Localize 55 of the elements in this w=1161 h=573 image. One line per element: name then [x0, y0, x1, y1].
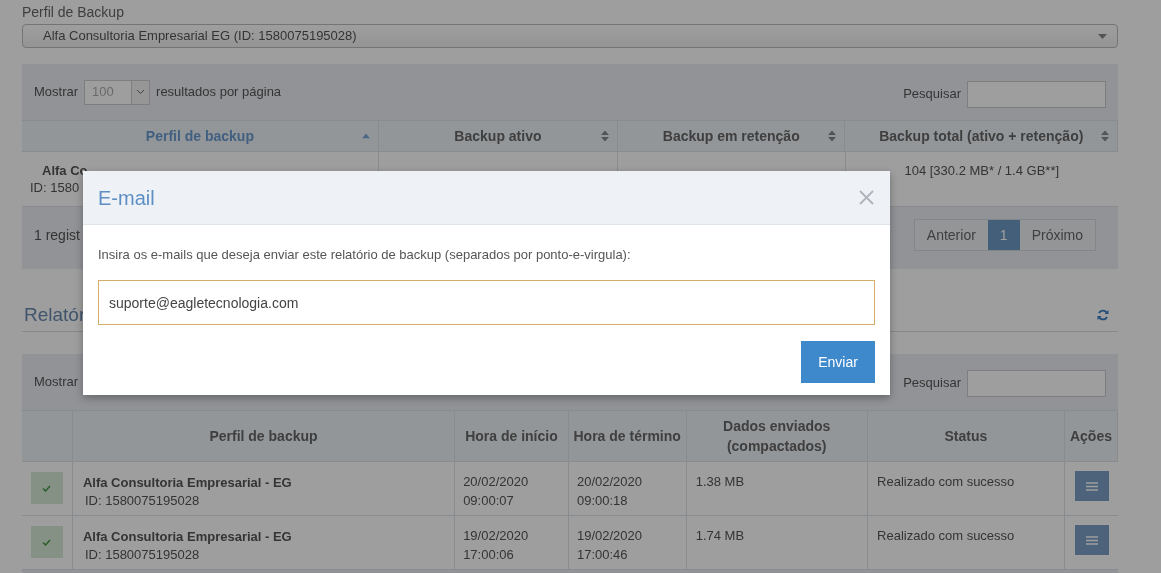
- search-label: Pesquisar: [903, 85, 961, 104]
- column-header: Perfil de backup: [72, 411, 456, 461]
- status-text: Realizado com sucesso: [877, 474, 1015, 489]
- table-cell-text: 20/02/2020 09:00:18: [576, 473, 642, 510]
- checkmark-icon: [42, 484, 52, 492]
- table-cell: 104 [330.2 MB* / 1.4 GB**]: [904, 163, 1060, 179]
- dialog-prompt: Insira os e-mails que deseja enviar este relatório de backup (separados por ponto-e-virgula):: [98, 246, 632, 264]
- column-header: Hora de término: [568, 411, 687, 461]
- profile-id: ID: 1580075195028: [83, 492, 201, 510]
- profile-name: Alfa Consultoria Empresarial - EG: [82, 528, 293, 546]
- profile-name: Alfa Consultoria Empresarial - EG: [82, 474, 293, 492]
- column-header[interactable]: Perfil de backup: [22, 121, 379, 151]
- table-info: 1 regist: [34, 225, 80, 245]
- sort-ascending-icon: [361, 133, 370, 139]
- menu-icon: [1085, 481, 1098, 491]
- field-label: Perfil de Backup: [22, 3, 125, 22]
- sort-icon: [601, 130, 610, 142]
- column-header: Status: [867, 411, 1065, 461]
- table-cell: 1.74 MB: [695, 528, 745, 543]
- column-header: Hora de início: [455, 411, 569, 461]
- status-text: Realizado com sucesso: [877, 528, 1015, 543]
- table-cell-text: 19/02/2020 17:00:46: [576, 527, 642, 564]
- table-cell-text: 19/02/2020 17:00:06: [463, 527, 529, 564]
- dialog-title: E-mail: [98, 185, 155, 211]
- profile-id: ID: 1580075195028: [83, 546, 201, 564]
- column-header[interactable]: Backup total (ativo + retenção): [845, 121, 1118, 151]
- caret-icon: [1098, 33, 1107, 39]
- profile-id: ID: 1580: [30, 179, 81, 197]
- sort-icon: [1101, 130, 1109, 142]
- length-label: resultados por página: [156, 83, 282, 102]
- checkmark-icon: [42, 538, 52, 546]
- close-icon: [859, 190, 874, 205]
- close-button[interactable]: [859, 190, 874, 205]
- profile-select[interactable]: Alfa Consultoria Empresarial EG (ID: 1580075195028): [22, 24, 1118, 48]
- menu-icon: [1085, 535, 1098, 545]
- search-label: Pesquisar: [903, 374, 961, 393]
- search-field[interactable]: [967, 369, 1106, 397]
- table-cell: 1.38 MB: [695, 474, 745, 489]
- actions-menu-button[interactable]: [1074, 525, 1109, 555]
- column-header: Ações: [1064, 411, 1118, 461]
- sort-icon: [828, 130, 837, 142]
- actions-menu-button[interactable]: [1074, 471, 1109, 501]
- search-field[interactable]: [967, 80, 1106, 108]
- email-field[interactable]: suporte@eagletecnologia.com: [98, 280, 875, 325]
- column-header[interactable]: Backup em retenção: [618, 121, 846, 151]
- length-label: Mostrar: [34, 373, 79, 392]
- column-header[interactable]: Backup ativo: [378, 121, 619, 151]
- table-cell-text: 20/02/2020 09:00:07: [463, 473, 529, 510]
- refresh-icon[interactable]: [1097, 309, 1109, 321]
- length-label: Mostrar: [34, 83, 79, 102]
- pagination-button[interactable]: 1: [987, 220, 1020, 250]
- column-header: Dados enviados (compactados): [686, 411, 868, 461]
- send-button[interactable]: Enviar: [801, 341, 875, 383]
- section-title: Relatór: [24, 302, 86, 327]
- chevron-down-icon: [136, 89, 146, 95]
